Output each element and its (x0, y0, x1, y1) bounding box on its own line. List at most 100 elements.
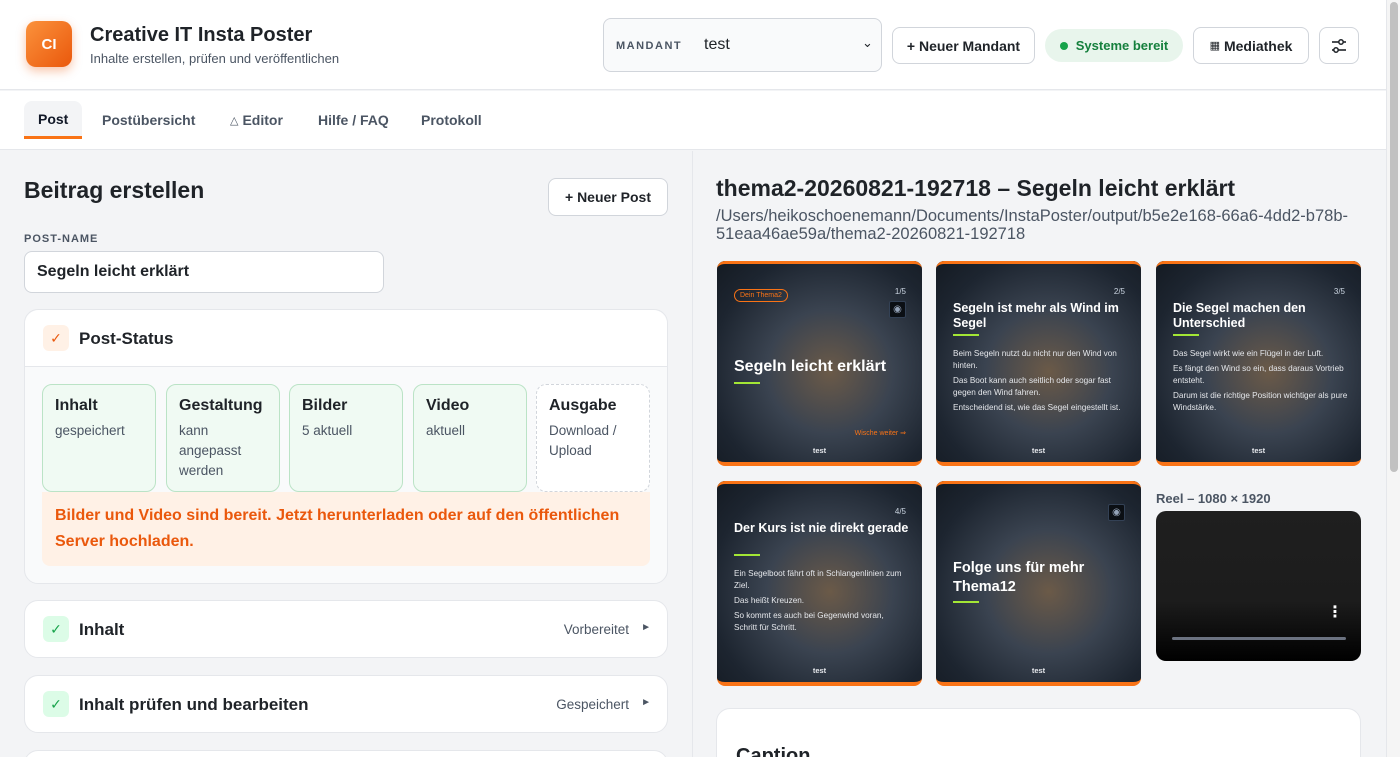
mandant-select[interactable]: MANDANT test ⌄ (603, 18, 882, 72)
brand-icon: ◉ (1108, 504, 1125, 521)
reel-video-player[interactable]: ⋮ (1156, 511, 1361, 661)
status-dot-icon (1059, 41, 1068, 50)
mandant-label: MANDANT (616, 40, 683, 52)
slide-footer: test (1251, 446, 1266, 455)
settings-sliders-button[interactable] (1319, 27, 1359, 64)
left-panel: Beitrag erstellen + Neuer Post POST-NAME… (0, 151, 692, 757)
slide-preview[interactable]: 2/5 Segeln ist mehr als Wind im Segel Be… (936, 261, 1141, 466)
post-name-input[interactable] (24, 251, 384, 293)
slide-paragraph: Darum ist die richtige Position wichtige… (1173, 391, 1348, 412)
post-status-card: ✓ Post-Status Inhalt gespeichert Gestalt… (24, 309, 668, 584)
tab-post[interactable]: Post (24, 101, 83, 139)
stage-title: Inhalt (55, 397, 98, 414)
stage-title: Gestaltung (179, 397, 263, 414)
system-status-text: Systeme bereit (1075, 38, 1169, 53)
new-mandant-button[interactable]: + Neuer Mandant (892, 27, 1035, 64)
stage-gestaltung: Gestaltung kann angepasst werden (166, 384, 280, 492)
main-tabs: Post Postübersicht △ Editor Hilfe / FAQ … (0, 91, 1386, 150)
app-subtitle: Inhalte erstellen, prüfen und veröffentl… (90, 51, 340, 66)
tab-editor-label: Editor (242, 112, 283, 128)
slide-heading: Der Kurs ist nie direkt gerade (734, 521, 909, 535)
app-header: CI Creative IT Insta Poster Inhalte erst… (0, 0, 1386, 90)
stage-status: 5 aktuell (302, 423, 353, 438)
post-status-header: ✓ Post-Status (25, 310, 667, 367)
slide-preview[interactable]: 1/5 Dein Thema2 ◉ Segeln leicht erklärt … (717, 261, 922, 466)
slide-heading: Die Segel machen den Unterschied (1173, 301, 1306, 330)
page-scrollbar[interactable] (1386, 0, 1400, 757)
reel-label: Reel – 1080 × 1920 (1156, 491, 1271, 506)
slide-number: 4/5 (894, 507, 906, 516)
slide-accent-bar (734, 382, 760, 384)
slide-number: 1/5 (894, 287, 906, 296)
video-progress-bar[interactable] (1172, 637, 1346, 640)
tab-editor[interactable]: △ Editor (216, 101, 297, 139)
section-status: Gespeichert (556, 697, 629, 712)
slide-preview[interactable]: ◉ Folge uns für mehr Thema12 test (936, 481, 1141, 686)
system-status-badge: Systeme bereit (1045, 29, 1183, 62)
section-inhalt[interactable]: ✓ Inhalt Vorbereitet ► (24, 600, 668, 658)
stage-video: Video aktuell (413, 384, 527, 492)
ready-alert: Bilder und Video sind bereit. Jetzt heru… (42, 492, 650, 566)
app-title: Creative IT Insta Poster (90, 24, 313, 46)
slide-body: Ein Segelboot fährt oft in Schlangenlini… (734, 568, 909, 637)
slide-paragraph: Das Boot kann auch seitlich oder sogar f… (953, 376, 1111, 397)
page-title: Beitrag erstellen (24, 177, 205, 203)
scrollbar-thumb[interactable] (1390, 2, 1398, 472)
slide-preview[interactable]: 3/5 Die Segel machen den Unterschied Das… (1156, 261, 1361, 466)
mediathek-button[interactable]: ▦ Mediathek (1193, 27, 1309, 64)
section-next[interactable] (24, 750, 668, 757)
post-status-title: Post-Status (79, 329, 174, 348)
stage-status: kann angepasst werden (179, 423, 242, 478)
slide-footer: test (812, 666, 827, 675)
more-options-icon[interactable]: ⋮ (1327, 605, 1343, 621)
flask-icon: △ (230, 114, 239, 127)
slide-paragraph: Das heißt Kreuzen. (734, 596, 805, 605)
slide-footer: test (1031, 666, 1046, 675)
stage-title: Video (426, 397, 470, 414)
tab-protokoll[interactable]: Protokoll (407, 101, 496, 139)
slide-number: 2/5 (1113, 287, 1125, 296)
new-post-button[interactable]: + Neuer Post (548, 178, 668, 216)
slide-body: Das Segel wirkt wie ein Flügel in der Lu… (1173, 348, 1348, 417)
section-title: Inhalt (79, 620, 125, 639)
tab-hilfe-faq[interactable]: Hilfe / FAQ (304, 101, 403, 139)
slide-accent-bar (1173, 334, 1199, 336)
section-status: Vorbereitet (563, 622, 629, 637)
slide-number: 3/5 (1333, 287, 1345, 296)
slide-paragraph: Das Segel wirkt wie ein Flügel in der Lu… (1173, 349, 1324, 358)
grid-icon: ▦ (1209, 40, 1220, 52)
slide-accent-bar (953, 334, 979, 336)
sliders-icon (1332, 38, 1346, 53)
section-inhalt-pruefen[interactable]: ✓ Inhalt prüfen und bearbeiten Gespeiche… (24, 675, 668, 733)
stage-status: gespeichert (55, 423, 125, 438)
right-panel: thema2-20260821-192718 – Segeln leicht e… (693, 151, 1386, 757)
slide-heading: Segeln leicht erklärt (734, 358, 887, 375)
slide-heading: Segeln ist mehr als Wind im Segel (953, 301, 1119, 330)
slide-body: Beim Segeln nutzt du nicht nur den Wind … (953, 348, 1128, 417)
slide-preview[interactable]: 4/5 Der Kurs ist nie direkt gerade Ein S… (717, 481, 922, 686)
brand-icon: ◉ (889, 301, 906, 318)
app-logo: CI (26, 21, 72, 67)
stage-ausgabe: Ausgabe Download / Upload (536, 384, 650, 492)
stage-title: Ausgabe (549, 397, 617, 414)
post-name-label: POST-NAME (24, 233, 99, 245)
slide-paragraph: So kommt es auch bei Gegenwind voran, Sc… (734, 611, 884, 632)
expand-arrow-icon: ► (641, 622, 651, 633)
tab-postuebersicht[interactable]: Postübersicht (88, 101, 209, 139)
expand-arrow-icon: ► (641, 697, 651, 708)
caption-card: Caption (716, 708, 1361, 757)
output-path: /Users/heikoschoenemann/Documents/InstaP… (716, 207, 1348, 243)
stage-status: aktuell (426, 423, 466, 438)
check-icon: ✓ (43, 325, 69, 351)
caption-title: Caption (736, 745, 811, 757)
slide-heading: Folge uns für mehr Thema12 (953, 560, 1085, 595)
stage-inhalt: Inhalt gespeichert (42, 384, 156, 492)
slide-footer: test (1031, 446, 1046, 455)
slide-accent-bar (734, 554, 760, 556)
chevron-down-icon: ⌄ (862, 35, 873, 50)
slide-paragraph: Entscheidend ist, wie das Segel eingeste… (953, 403, 1121, 412)
check-icon: ✓ (43, 691, 69, 717)
stage-bilder: Bilder 5 aktuell (289, 384, 403, 492)
mediathek-label: Mediathek (1223, 37, 1293, 54)
mandant-value: test (704, 36, 730, 53)
